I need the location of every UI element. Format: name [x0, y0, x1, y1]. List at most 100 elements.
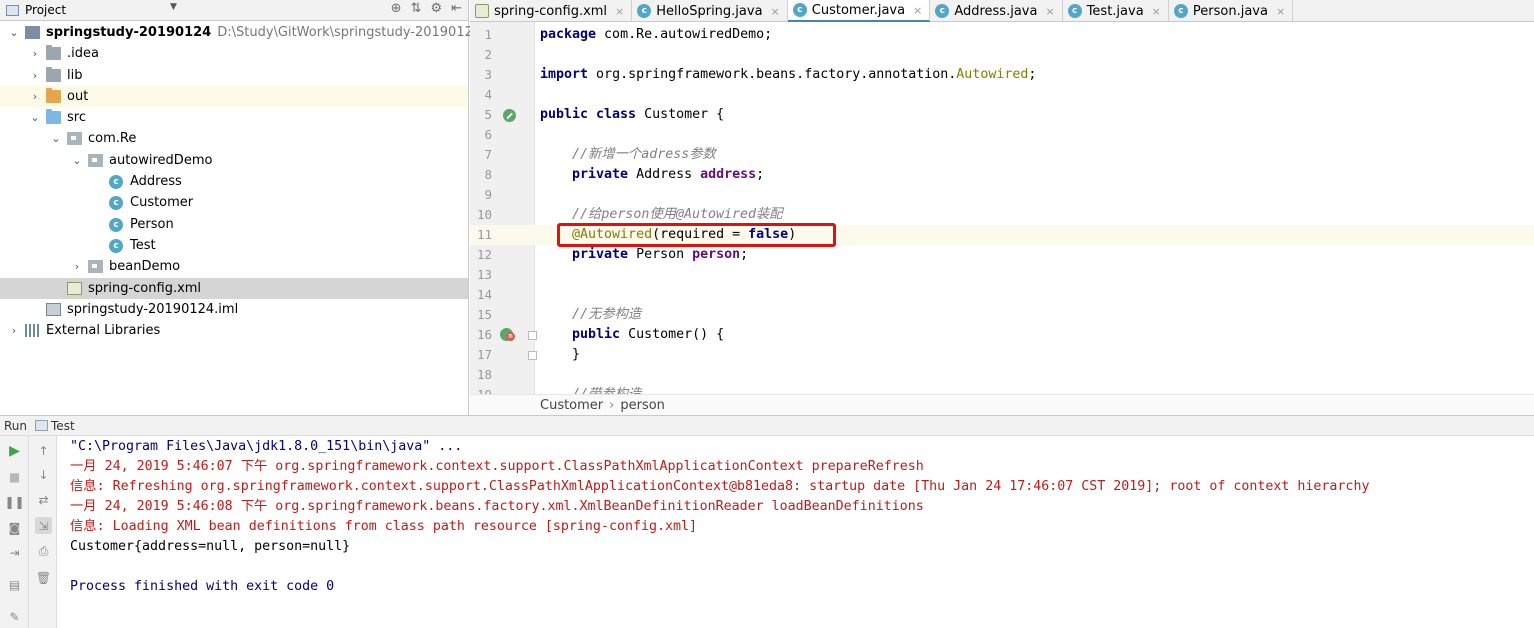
- tab-customer-java[interactable]: c Customer.java ×: [787, 0, 931, 22]
- rerun-icon[interactable]: ▶: [6, 442, 23, 459]
- code-line[interactable]: 12 private Person person;: [470, 245, 1534, 265]
- chevron-down-icon[interactable]: ⌄: [71, 150, 83, 171]
- code-token: Address: [628, 167, 701, 182]
- stop-icon[interactable]: ■: [6, 468, 23, 485]
- tree-item-src[interactable]: ⌄ src: [0, 107, 468, 128]
- exit-icon[interactable]: ⇥: [6, 544, 23, 561]
- code-token: Person: [628, 247, 693, 262]
- tab-label: Address.java: [954, 3, 1038, 19]
- pin-icon[interactable]: ✎: [6, 608, 23, 625]
- tree-item-spring-config-xml[interactable]: spring-config.xml: [0, 277, 468, 299]
- tree-item-person[interactable]: c Person: [0, 214, 468, 235]
- tree-item-lib[interactable]: › lib: [0, 65, 468, 86]
- chevron-down-icon[interactable]: ⌄: [50, 128, 62, 149]
- trash-icon[interactable]: 🗑: [35, 569, 52, 586]
- console-line: "C:\Program Files\Java\jdk1.8.0_151\bin\…: [70, 439, 463, 454]
- code-token: //给person使用@Autowired装配: [540, 207, 783, 222]
- code-line[interactable]: 10 //给person使用@Autowired装配: [470, 205, 1534, 225]
- close-icon[interactable]: ×: [771, 5, 780, 18]
- close-icon[interactable]: ×: [1045, 5, 1054, 18]
- tab-person-java[interactable]: c Person.java ×: [1169, 0, 1294, 22]
- scroll-to-end-icon[interactable]: ⇲: [35, 517, 52, 534]
- code-line[interactable]: 4: [470, 85, 1534, 105]
- tree-item-customer[interactable]: c Customer: [0, 192, 468, 213]
- code-line[interactable]: 8 private Address address;: [470, 165, 1534, 185]
- fold-marker-icon[interactable]: [528, 351, 537, 360]
- breadcrumb-item-field[interactable]: person: [620, 398, 665, 413]
- line-number: 14: [476, 287, 492, 302]
- camera-icon[interactable]: ◙: [6, 519, 23, 536]
- tab-spring-config-xml[interactable]: spring-config.xml ×: [470, 0, 633, 22]
- locate-icon[interactable]: ⊕: [391, 1, 402, 16]
- tab-test-java[interactable]: c Test.java ×: [1063, 0, 1169, 22]
- code-token: com.Re.autowiredDemo;: [596, 27, 773, 42]
- code-line[interactable]: 18: [470, 365, 1534, 385]
- hide-icon[interactable]: ⇤: [451, 1, 462, 16]
- run-tool-window-header: Run Test: [0, 415, 1534, 436]
- gear-icon[interactable]: ⚙: [430, 1, 442, 16]
- code-line[interactable]: 6: [470, 125, 1534, 145]
- arrow-up-icon[interactable]: ↑: [35, 442, 52, 459]
- code-token: package: [540, 27, 597, 42]
- tree-item-address[interactable]: c Address: [0, 171, 468, 192]
- layout-icon[interactable]: ▤: [6, 576, 23, 593]
- chevron-right-icon[interactable]: ›: [8, 320, 20, 341]
- pause-icon[interactable]: ❚❚: [4, 493, 24, 510]
- tree-item-beandemo[interactable]: › beanDemo: [0, 256, 468, 277]
- code-line[interactable]: 17 }: [470, 345, 1534, 365]
- spring-bean-icon[interactable]: [503, 109, 516, 122]
- tree-item-label: lib: [67, 67, 83, 83]
- print-icon[interactable]: ⎙: [35, 543, 52, 560]
- project-header[interactable]: Project ▼ ⊕ ⇅ ⚙ ⇤: [0, 0, 468, 21]
- tab-hellospring-java[interactable]: c HelloSpring.java ×: [632, 0, 788, 22]
- close-icon[interactable]: ×: [615, 5, 624, 18]
- fold-marker-icon[interactable]: [528, 331, 537, 340]
- code-line[interactable]: 7 //新增一个adress参数: [470, 145, 1534, 165]
- package-icon: [67, 132, 82, 146]
- tree-item-external-libraries[interactable]: › External Libraries: [0, 320, 468, 341]
- code-editor[interactable]: 1 package com.Re.autowiredDemo; 2 3 import o…: [470, 22, 1534, 394]
- code-token: address: [700, 167, 757, 182]
- code-text: package com.Re.autowiredDemo;: [540, 25, 772, 45]
- tree-item-com-re[interactable]: ⌄ com.Re: [0, 128, 468, 149]
- collapse-all-icon[interactable]: ⇅: [411, 1, 422, 16]
- run-console[interactable]: "C:\Program Files\Java\jdk1.8.0_151\bin\…: [58, 436, 1534, 628]
- chevron-right-icon[interactable]: ›: [29, 86, 41, 107]
- tree-item-label: springstudy-20190124.iml: [67, 301, 239, 317]
- tree-item-autowireddemo[interactable]: ⌄ autowiredDemo: [0, 150, 468, 171]
- close-icon[interactable]: ×: [1276, 5, 1285, 18]
- code-line[interactable]: 9: [470, 185, 1534, 205]
- chevron-down-icon[interactable]: ⌄: [8, 22, 20, 43]
- chevron-right-icon[interactable]: ›: [29, 65, 41, 86]
- run-label: Run: [4, 418, 28, 433]
- chevron-right-icon[interactable]: ›: [71, 256, 83, 277]
- code-line[interactable]: 5 public class Customer {: [470, 105, 1534, 125]
- code-line[interactable]: 1 package com.Re.autowiredDemo;: [470, 25, 1534, 45]
- code-line[interactable]: 14: [470, 285, 1534, 305]
- tree-item-springstudy-20190124[interactable]: ⌄ springstudy-20190124 D:\Study\GitWork\sp…: [0, 22, 481, 43]
- code-text: //给person使用@Autowired装配: [540, 205, 783, 225]
- soft-wrap-icon[interactable]: ⇄: [35, 491, 52, 508]
- chevron-down-icon[interactable]: ⌄: [29, 107, 41, 128]
- code-line[interactable]: 15 //无参构造: [470, 305, 1534, 325]
- code-line[interactable]: 13: [470, 265, 1534, 285]
- run-config-tab[interactable]: Test: [51, 419, 75, 433]
- chevron-down-icon[interactable]: ▼: [170, 2, 177, 12]
- code-line[interactable]: 3 import org.springframework.beans.factor…: [470, 65, 1534, 85]
- tree-item-test[interactable]: c Test: [0, 235, 468, 256]
- tree-item-out[interactable]: › out: [0, 85, 468, 108]
- project-tree[interactable]: ⌄ springstudy-20190124 D:\Study\GitWork\sp…: [0, 21, 481, 341]
- close-icon[interactable]: ×: [1152, 5, 1161, 18]
- tree-item-idea[interactable]: › .idea: [0, 43, 468, 64]
- code-line[interactable]: 2: [470, 45, 1534, 65]
- code-line[interactable]: 16 public Customer() {m: [470, 325, 1534, 345]
- code-line[interactable]: 19 //带参构造: [470, 385, 1534, 394]
- arrow-down-icon[interactable]: ↓: [35, 466, 52, 483]
- breadcrumb-item-class[interactable]: Customer: [540, 398, 603, 413]
- tree-item-springstudy-20190124-iml[interactable]: springstudy-20190124.iml: [0, 299, 468, 320]
- tab-address-java[interactable]: c Address.java ×: [930, 0, 1063, 22]
- tab-label: HelloSpring.java: [656, 3, 763, 19]
- chevron-right-icon[interactable]: ›: [29, 43, 41, 64]
- tree-item-path: D:\Study\GitWork\springstudy-20190124: [217, 25, 482, 40]
- close-icon[interactable]: ×: [913, 4, 922, 17]
